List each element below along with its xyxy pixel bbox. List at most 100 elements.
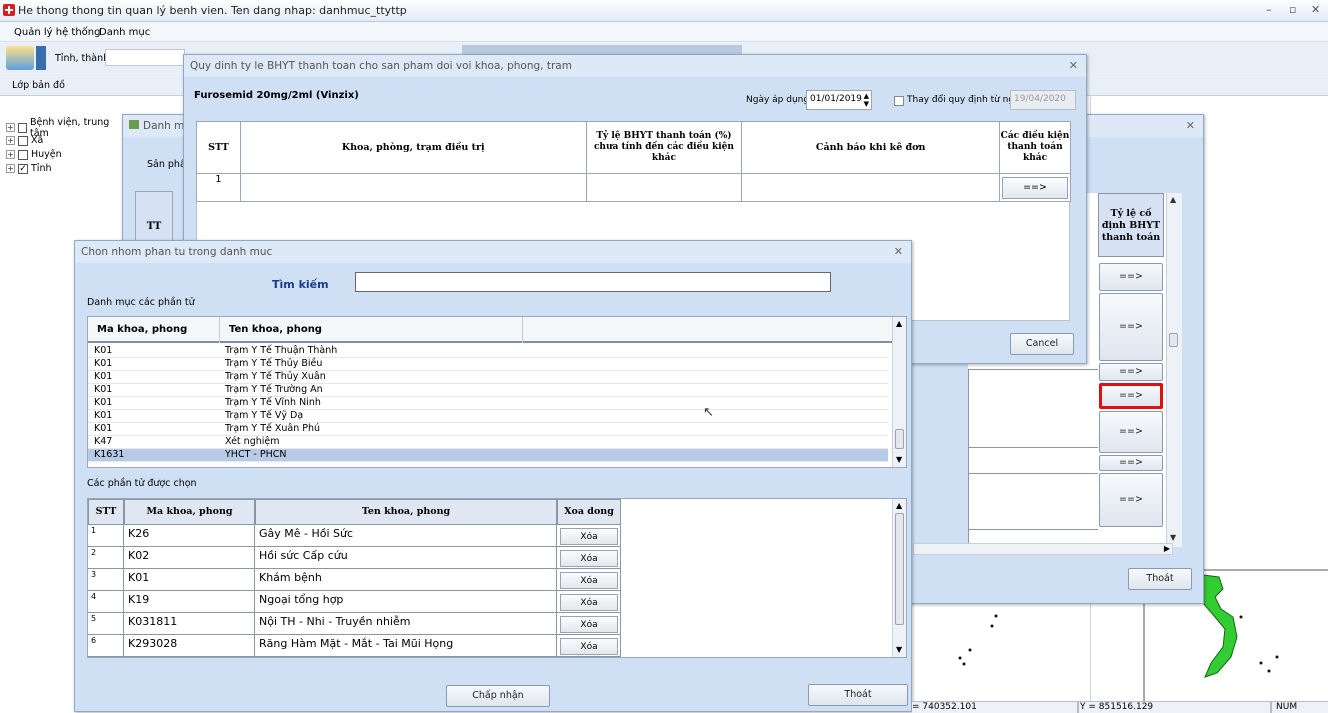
catalog-list-header: Ma khoa, phong Ten khoa, phong	[88, 317, 892, 343]
spinner-icon[interactable]: ▲ ▼	[864, 92, 869, 108]
list-item[interactable]: K01 Trạm Y Tế Thủy Xuân	[88, 371, 888, 384]
row-warning-cell[interactable]	[741, 173, 1001, 202]
delete-row-button[interactable]: Xóa	[560, 528, 618, 545]
row-rate-cell[interactable]	[585, 173, 743, 202]
expand-icon[interactable]: +	[6, 123, 15, 132]
rate-detail-button[interactable]: ==>	[1099, 263, 1163, 291]
catalog-scrollbar[interactable]: ▲ ▼	[892, 317, 906, 467]
cancel-button[interactable]: Cancel	[1010, 333, 1074, 355]
list-item-selected[interactable]: K1631 YHCT - PHCN	[88, 449, 888, 462]
list-item[interactable]: K01 Trạm Y Tế Thuận Thành	[88, 345, 888, 358]
list-item[interactable]: K47 Xét nghiệm	[88, 436, 888, 449]
row-name: Nội TH - Nhi - Truyền nhiễm	[255, 613, 557, 635]
menu-catalog[interactable]: Danh mục	[99, 27, 150, 38]
list-item[interactable]: K01 Trạm Y Tế Xuân Phú	[88, 423, 888, 436]
checkbox-checked[interactable]: ✓	[18, 163, 28, 174]
product-name: Furosemid 20mg/2ml (Vinzix)	[194, 90, 359, 101]
scroll-thumb[interactable]	[1169, 333, 1178, 347]
row-stt: 1	[88, 525, 124, 547]
close-icon[interactable]: ✕	[1186, 119, 1195, 132]
row-department-cell[interactable]	[239, 173, 587, 202]
mouse-cursor-icon: ↖	[703, 405, 714, 420]
delete-row-button[interactable]: Xóa	[560, 594, 618, 611]
rate-detail-button[interactable]: ==>	[1099, 293, 1163, 361]
rate-detail-button[interactable]: ==>	[1099, 411, 1163, 453]
scroll-down-icon[interactable]: ▼	[1170, 533, 1176, 542]
rate-detail-button[interactable]: ==>	[1099, 455, 1163, 471]
expand-icon[interactable]: +	[6, 150, 15, 159]
checkbox[interactable]	[18, 135, 28, 146]
date-label: Ngày áp dụng	[746, 95, 810, 105]
list-item[interactable]: K01 Trạm Y Tế Trường An	[88, 384, 888, 397]
scroll-thumb[interactable]	[895, 513, 904, 625]
province-select[interactable]	[105, 49, 185, 66]
scroll-up-icon[interactable]: ▲	[1170, 195, 1176, 204]
item-code: K01	[94, 358, 113, 369]
checkbox[interactable]	[17, 122, 27, 133]
change-date-picker[interactable]: 19/04/2020	[1010, 90, 1076, 110]
status-divider	[1270, 702, 1272, 713]
rate-detail-button[interactable]: ==>	[1099, 363, 1163, 381]
col-header-delete: Xoa dong	[557, 499, 621, 525]
item-code: K01	[94, 371, 113, 382]
row-name: Răng Hàm Mặt - Mắt - Tai Mũi Họng	[255, 635, 557, 657]
search-input[interactable]	[355, 272, 831, 292]
row-line	[968, 369, 1098, 370]
row-line	[968, 529, 1098, 530]
title-bar: He thong thong tin quan lý benh vien. Te…	[0, 0, 1328, 22]
island-dot	[1239, 615, 1243, 619]
tree-item-hospital[interactable]: + Bệnh viện, trung tâm	[6, 117, 122, 139]
rate-detail-button[interactable]: ==>	[1099, 473, 1163, 527]
restore-icon[interactable]: ▫	[1289, 3, 1296, 16]
close-icon[interactable]: ✕	[894, 245, 903, 258]
catalog-label: Danh mục các phần tử	[87, 297, 195, 308]
col-header-name: Ten khoa, phong	[229, 324, 322, 335]
island-dot	[1275, 655, 1279, 659]
change-checkbox[interactable]	[894, 96, 904, 106]
status-x: = 740352.101	[912, 702, 977, 712]
exit-button[interactable]: Thoát	[808, 684, 908, 706]
rate-table-scrollbar[interactable]: ▲ ▼	[1166, 193, 1182, 547]
rule-window-title: Quy dinh ty le BHYT thanh toan cho san p…	[190, 60, 572, 72]
close-icon[interactable]: ✕	[1311, 3, 1320, 16]
row-code: K02	[124, 547, 255, 569]
map-tool-icon[interactable]	[6, 46, 34, 70]
hospital-cross-icon	[3, 4, 15, 16]
tree-item-province[interactable]: + ✓ Tỉnh	[6, 162, 51, 175]
dropdown-arrow-icon[interactable]	[36, 46, 46, 70]
island-dot	[994, 614, 998, 618]
item-name: Xét nghiệm	[225, 436, 280, 447]
checkbox[interactable]	[18, 149, 28, 160]
delete-row-button[interactable]: Xóa	[560, 638, 618, 655]
conditions-button[interactable]: ==>	[1002, 176, 1068, 199]
accept-button[interactable]: Chấp nhận	[446, 685, 550, 707]
delete-row-button[interactable]: Xóa	[560, 572, 618, 589]
scroll-right-icon[interactable]: ▶	[1164, 544, 1170, 553]
delete-row-button[interactable]: Xóa	[560, 616, 618, 633]
close-icon[interactable]: ✕	[1069, 59, 1078, 72]
selected-rows: 1 K26 Gây Mê - Hồi Sức Xóa 2 K02 Hồi sức Cấp …	[88, 525, 621, 657]
list-item[interactable]: K01 Trạm Y Tế Vỹ Dạ	[88, 410, 888, 423]
catalog-exit-button[interactable]: Thoát	[1128, 568, 1192, 590]
catalog-rows: K01 Trạm Y Tế Thuận Thành K01 Trạm Y Tế Th…	[88, 345, 892, 467]
selected-grid-scrollbar[interactable]: ▲ ▼	[892, 499, 906, 657]
horizontal-scrollbar[interactable]: ▶	[913, 543, 1173, 555]
menu-system[interactable]: Quản lý hệ thống	[14, 27, 100, 38]
date-picker[interactable]: 01/01/2019 ▲ ▼	[806, 90, 872, 110]
scroll-down-icon[interactable]: ▼	[896, 645, 902, 654]
row-code: K293028	[124, 635, 255, 657]
tree-item-commune[interactable]: + Xã	[6, 134, 43, 147]
minimize-icon[interactable]: –	[1266, 3, 1272, 16]
scroll-up-icon[interactable]: ▲	[896, 501, 902, 510]
expand-icon[interactable]: +	[6, 136, 15, 145]
delete-row-button[interactable]: Xóa	[560, 550, 618, 567]
tree-item-district[interactable]: + Huyện	[6, 148, 62, 161]
list-item[interactable]: K01 Trạm Y Tế Vĩnh Ninh	[88, 397, 888, 410]
tree-item-label: Tỉnh	[31, 163, 52, 174]
expand-icon[interactable]: +	[6, 164, 15, 173]
scroll-down-icon[interactable]: ▼	[896, 455, 902, 464]
rate-detail-button-highlighted[interactable]: ==>	[1099, 383, 1163, 409]
list-item[interactable]: K01 Trạm Y Tế Thủy Biều	[88, 358, 888, 371]
scroll-thumb[interactable]	[895, 429, 904, 449]
scroll-up-icon[interactable]: ▲	[896, 319, 902, 328]
